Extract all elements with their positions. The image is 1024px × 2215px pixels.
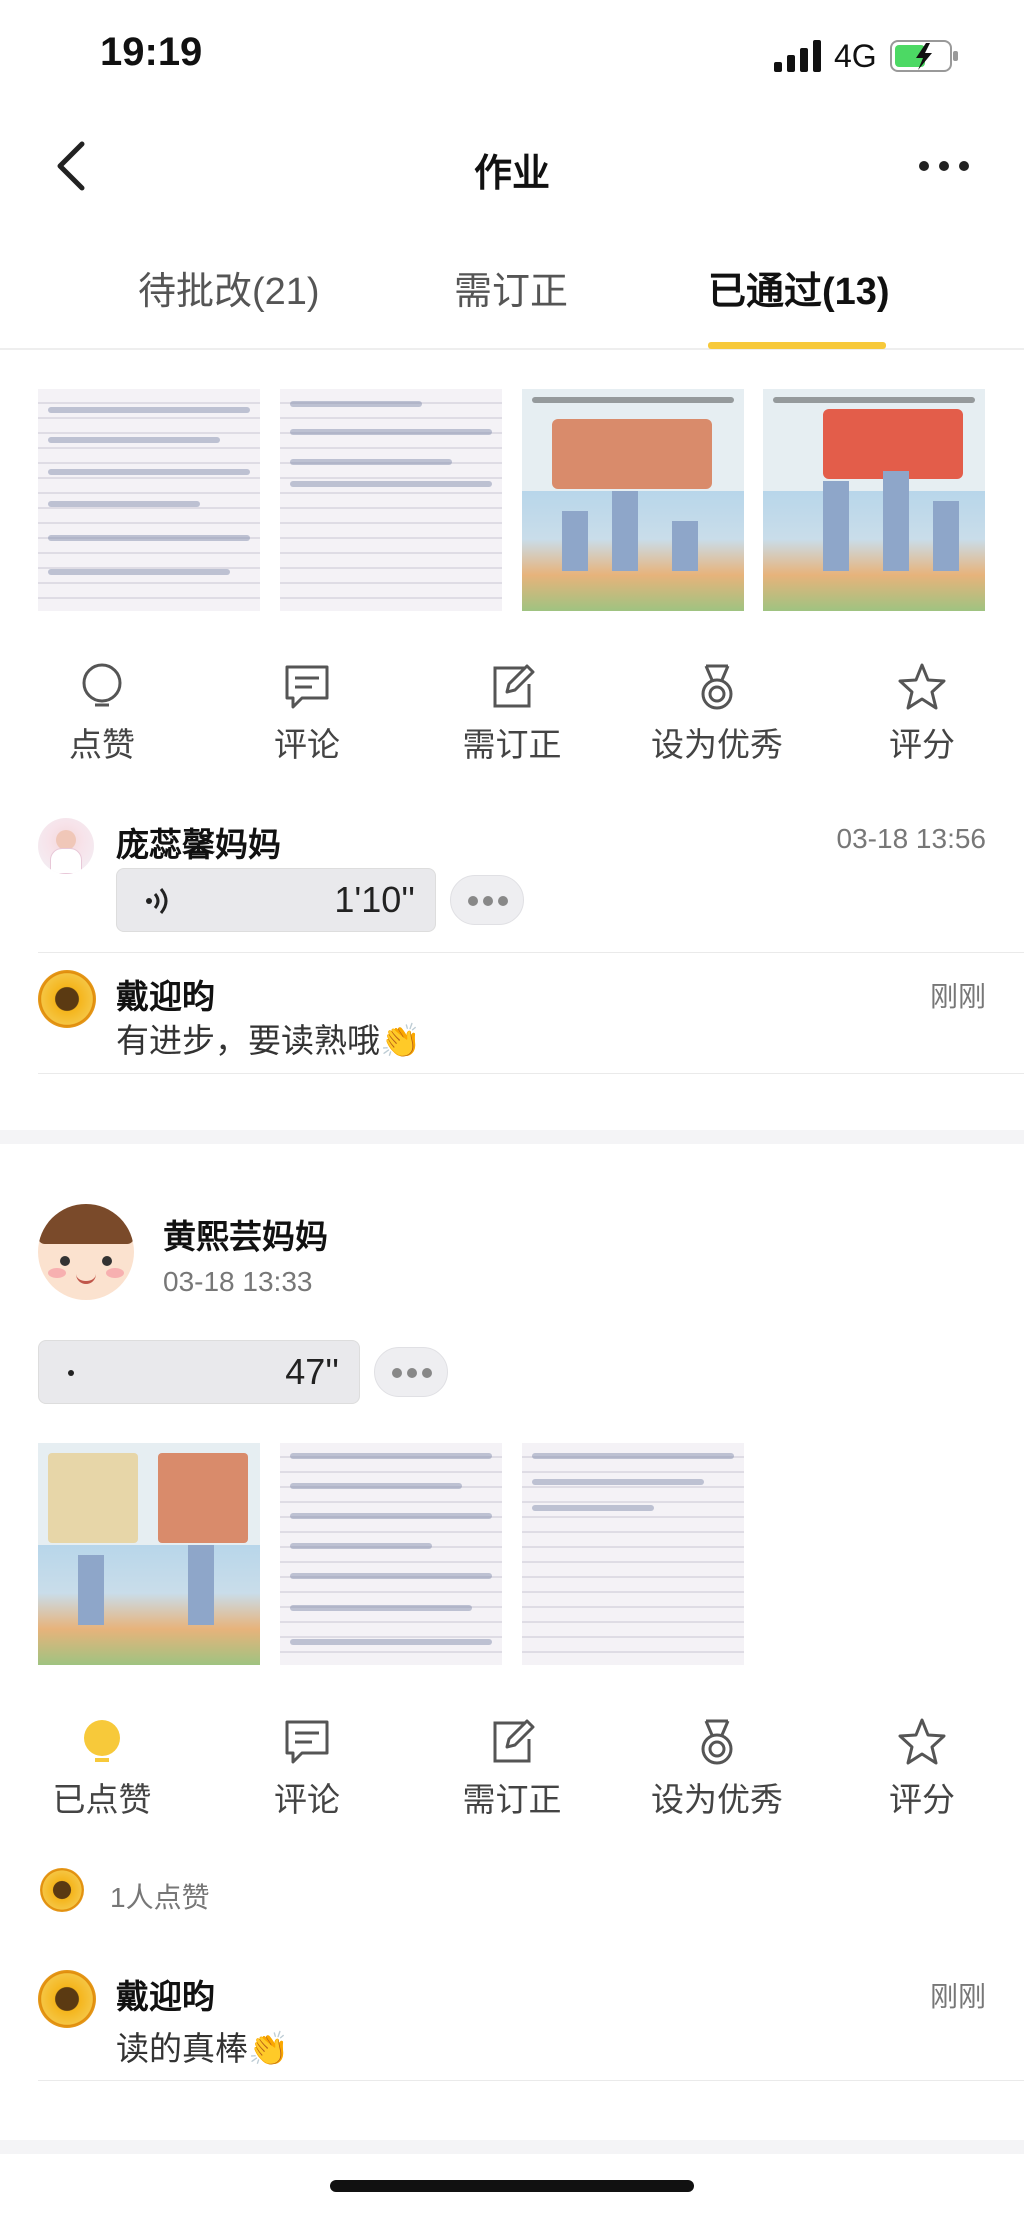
section-gap	[0, 2140, 1024, 2154]
voice-icon	[68, 1370, 74, 1376]
comment-time: 刚刚	[929, 1981, 986, 2012]
home-indicator[interactable]	[330, 2180, 694, 2192]
liked-button[interactable]: 已点赞	[12, 1717, 192, 1821]
divider	[38, 1073, 1024, 1074]
bulb-icon	[82, 663, 122, 707]
liker-avatar[interactable]	[40, 1868, 84, 1912]
action-bar: 点赞 评论 需订正 设为优秀 评分	[0, 662, 1024, 772]
post-author: 黄熙芸妈妈	[163, 1218, 328, 1255]
comment-text: 有进步，要读熟哦👏	[116, 1022, 422, 1059]
avatar[interactable]	[38, 1970, 96, 2028]
status-bar: 19:19 4G	[0, 0, 1024, 110]
status-time: 19:19	[100, 30, 203, 74]
edit-icon	[493, 1719, 535, 1763]
bulb-filled-icon	[84, 1720, 120, 1762]
reply-author: 庞蕊馨妈妈	[116, 826, 281, 863]
medal-icon	[701, 664, 733, 710]
signal-icon	[774, 40, 821, 72]
voice-duration: 1'10''	[334, 879, 415, 920]
homework-image[interactable]	[522, 1443, 744, 1665]
set-excellent-button[interactable]: 设为优秀	[627, 662, 807, 766]
comment-text: 读的真棒👏	[116, 2030, 290, 2067]
section-gap	[0, 1130, 1024, 1144]
likes-count[interactable]: 1人点赞	[110, 1876, 210, 1916]
homework-image[interactable]	[522, 389, 744, 611]
set-excellent-button[interactable]: 设为优秀	[627, 1717, 807, 1821]
homework-image[interactable]	[38, 389, 260, 611]
avatar[interactable]	[38, 1204, 134, 1300]
tab-approved[interactable]: 已通过(13)	[708, 260, 890, 315]
comment-button[interactable]: 评论	[217, 1717, 397, 1821]
page-title: 作业	[473, 153, 550, 195]
nav-bar: 作业	[0, 120, 1024, 210]
voice-more-button[interactable]	[450, 875, 524, 925]
voice-duration: 47''	[285, 1351, 339, 1392]
comment-author: 戴迎昀	[116, 1978, 215, 2015]
reply-time: 03-18 13:56	[836, 823, 986, 854]
voice-message[interactable]: 47''	[38, 1340, 360, 1404]
active-tab-indicator	[708, 342, 886, 349]
comment-icon	[285, 665, 329, 709]
network-type: 4G	[834, 38, 877, 74]
homework-image[interactable]	[280, 1443, 502, 1665]
score-button[interactable]: 评分	[832, 1717, 1012, 1821]
like-button[interactable]: 点赞	[12, 662, 192, 766]
more-icon[interactable]	[916, 154, 972, 178]
homework-image[interactable]	[280, 389, 502, 611]
comment-button[interactable]: 评论	[217, 662, 397, 766]
comment-time: 刚刚	[929, 981, 986, 1012]
post-time: 03-18 13:33	[163, 1266, 313, 1297]
tab-needs-correction[interactable]: 需订正	[454, 260, 568, 315]
needs-correction-button[interactable]: 需订正	[422, 1717, 602, 1821]
star-icon	[898, 663, 946, 710]
divider	[38, 2080, 1024, 2081]
star-icon	[898, 1718, 946, 1765]
comment-icon	[285, 1720, 329, 1764]
avatar[interactable]	[38, 970, 96, 1028]
homework-image[interactable]	[763, 389, 985, 611]
action-bar: 已点赞 评论 需订正 设为优秀 评分	[0, 1717, 1024, 1827]
voice-message[interactable]: 1'10''	[116, 868, 436, 932]
needs-correction-button[interactable]: 需订正	[422, 662, 602, 766]
edit-icon	[493, 664, 535, 708]
avatar[interactable]	[38, 818, 94, 874]
battery-charging-icon	[890, 40, 958, 72]
tab-bar: 待批改(21) 需订正 已通过(13)	[0, 250, 1024, 350]
voice-more-button[interactable]	[374, 1347, 448, 1397]
tab-pending[interactable]: 待批改(21)	[138, 260, 320, 315]
score-button[interactable]: 评分	[832, 662, 1012, 766]
medal-icon	[701, 1719, 733, 1765]
voice-icon	[146, 888, 168, 914]
comment-author: 戴迎昀	[116, 978, 215, 1015]
divider	[38, 952, 1024, 953]
homework-image[interactable]	[38, 1443, 260, 1665]
